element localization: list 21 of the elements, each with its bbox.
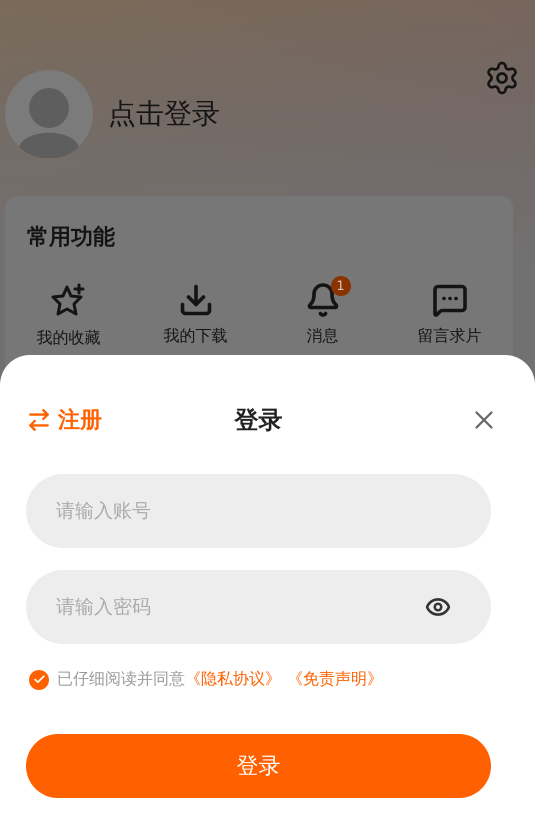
- function-item[interactable]: 我的收藏: [5, 274, 132, 349]
- check-icon: [32, 673, 46, 686]
- download-icon: [178, 282, 214, 318]
- function-item[interactable]: 1 消息: [259, 274, 386, 349]
- card-title: 常用功能: [27, 224, 116, 252]
- password-field[interactable]: 请输入密码: [26, 570, 491, 644]
- policy-link[interactable]: 《免责声明》: [287, 669, 383, 690]
- settings-icon[interactable]: [484, 60, 520, 96]
- function-item[interactable]: 我的下载: [132, 274, 259, 349]
- function-item[interactable]: 留言求片: [386, 274, 513, 349]
- agreement-text: 已仔细阅读并同意: [57, 669, 185, 690]
- account-field[interactable]: 请输入账号: [26, 474, 491, 548]
- login-button[interactable]: 登录: [26, 734, 491, 798]
- register-link[interactable]: 注册: [26, 405, 102, 435]
- count-badge: 1: [330, 276, 350, 296]
- login-prompt[interactable]: 点击登录: [108, 95, 220, 133]
- policy-link[interactable]: 《隐私协议》: [185, 669, 281, 690]
- swap-icon: [26, 407, 52, 433]
- sheet-title: 登录: [234, 405, 282, 436]
- agree-checkbox[interactable]: [29, 670, 49, 690]
- chat-icon: [432, 282, 468, 318]
